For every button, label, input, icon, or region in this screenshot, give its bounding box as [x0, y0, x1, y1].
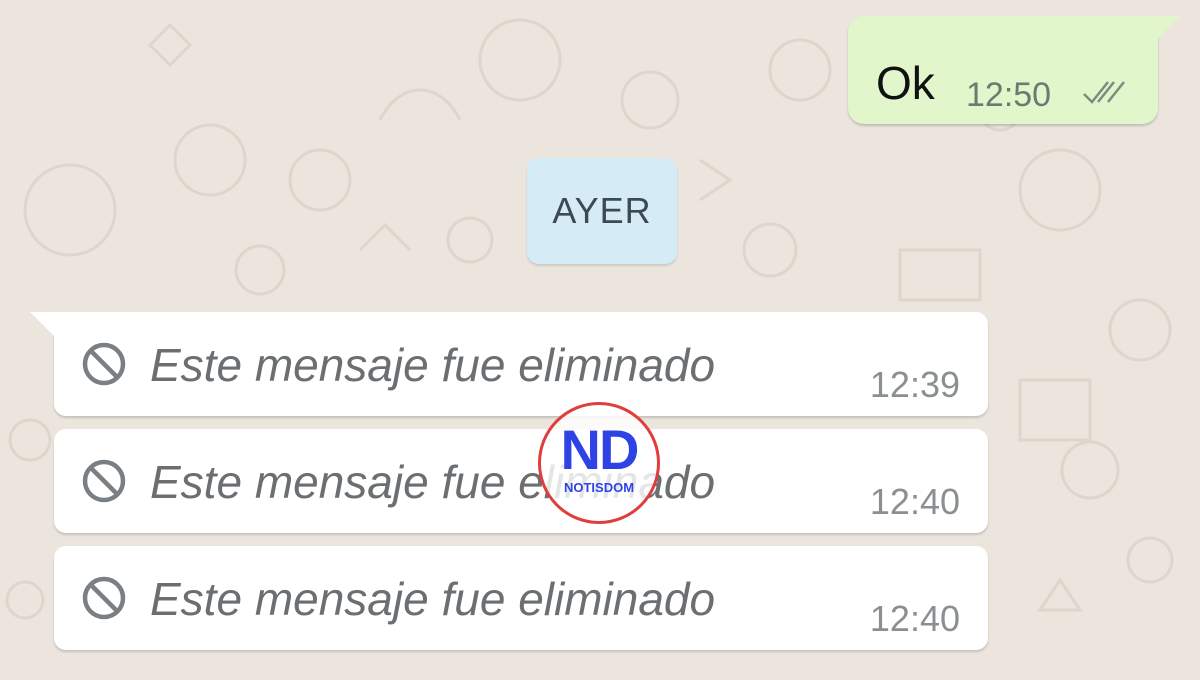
- deleted-message[interactable]: Este mensaje fue eliminado 12:40: [54, 429, 988, 533]
- deleted-message[interactable]: Este mensaje fue eliminado 12:39: [30, 312, 988, 416]
- block-icon: [82, 576, 126, 620]
- double-check-icon: [1083, 81, 1125, 104]
- deleted-message-text: Este mensaje fue eliminado: [150, 339, 716, 391]
- notisdom-watermark-logo: ND NOTISDOM: [538, 402, 660, 524]
- message-time: 12:40: [869, 481, 960, 522]
- message-time: 12:40: [869, 598, 960, 639]
- date-separator: AYER: [527, 158, 677, 264]
- message-time: 12:39: [869, 364, 960, 405]
- message-text: Ok: [876, 57, 935, 109]
- bubble-tail: [30, 312, 56, 338]
- logo-mark: ND: [560, 418, 640, 481]
- message-time: 12:50: [966, 76, 1052, 114]
- block-icon: [82, 459, 126, 503]
- outgoing-message[interactable]: Ok 12:50: [848, 16, 1180, 124]
- logo-name: NOTISDOM: [563, 480, 635, 495]
- deleted-message[interactable]: Este mensaje fue eliminado 12:40: [54, 546, 988, 650]
- block-icon: [82, 342, 126, 386]
- deleted-message-text: Este mensaje fue eliminado: [150, 573, 716, 625]
- bubble-tail: [1156, 16, 1180, 40]
